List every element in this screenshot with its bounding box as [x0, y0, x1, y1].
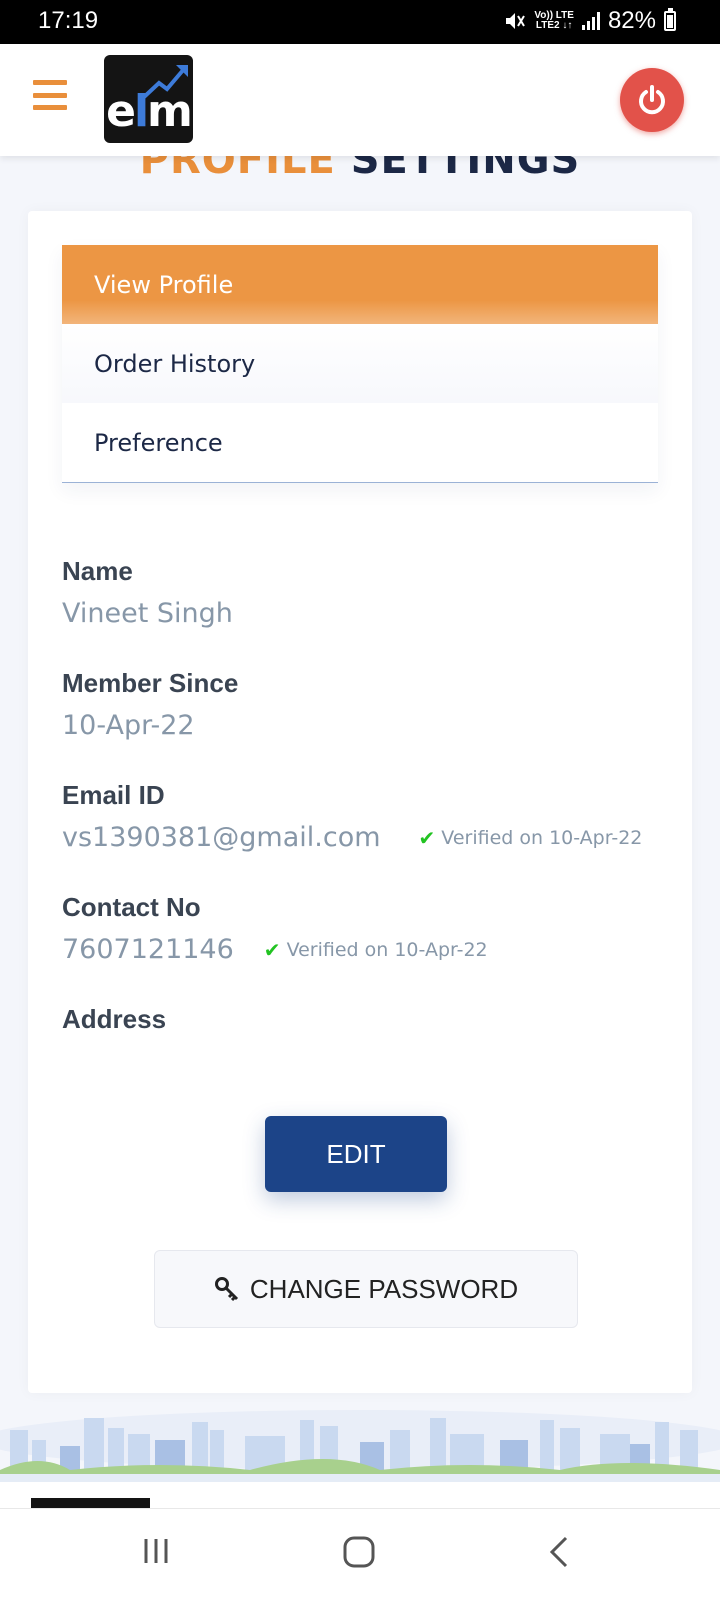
back-icon[interactable]: [546, 1535, 574, 1569]
system-nav-bar: [0, 1508, 720, 1600]
hamburger-icon[interactable]: [33, 80, 67, 110]
elm-logo[interactable]: elm: [104, 55, 193, 143]
bottom-strip: [0, 1482, 720, 1508]
city-skyline-illustration: [0, 1410, 720, 1482]
contact-row: 7607121146 ✔ Verified on 10-Apr-22: [62, 934, 488, 965]
logo-text: elm: [106, 86, 193, 137]
profile-tabs: View Profile Order History Preference: [62, 245, 658, 483]
address-label: Address: [62, 1004, 167, 1034]
recent-apps-icon[interactable]: [140, 1535, 172, 1567]
email-verified-text: Verified on 10-Apr-22: [441, 826, 643, 849]
contact-value: 7607121146: [62, 934, 234, 965]
power-icon: [639, 85, 665, 115]
tab-preference[interactable]: Preference: [62, 403, 658, 482]
mute-icon: [506, 13, 526, 29]
contact-label: Contact No: [62, 892, 201, 922]
tab-order-history[interactable]: Order History: [62, 324, 658, 403]
home-icon[interactable]: [342, 1535, 376, 1569]
change-password-button[interactable]: CHANGE PASSWORD: [154, 1250, 578, 1328]
email-verified-badge: ✔ Verified on 10-Apr-22: [419, 826, 643, 850]
name-label: Name: [62, 556, 133, 586]
scroll-indicator: [31, 1498, 150, 1508]
battery-percent: 82%: [607, 7, 656, 34]
tab-view-profile[interactable]: View Profile: [62, 245, 658, 324]
key-icon: [214, 1277, 238, 1302]
power-button[interactable]: [620, 68, 684, 132]
change-password-label: CHANGE PASSWORD: [249, 1273, 519, 1304]
signal-icon: [581, 12, 600, 30]
member-since-label: Member Since: [62, 668, 239, 698]
check-icon: ✔: [418, 825, 436, 850]
check-icon: ✔: [263, 937, 281, 962]
app-header: elm: [0, 44, 720, 156]
name-value: Vineet Singh: [62, 598, 233, 629]
email-value: vs1390381@gmail.com: [62, 822, 381, 853]
status-time: 17:19: [38, 7, 99, 34]
profile-card: View Profile Order History Preference Na…: [28, 211, 692, 1393]
edit-button[interactable]: EDIT: [265, 1116, 447, 1192]
contact-verified-badge: ✔ Verified on 10-Apr-22: [264, 938, 488, 962]
contact-verified-text: Verified on 10-Apr-22: [286, 938, 488, 961]
network-label: Vo)) LTE LTE2 ↓↑: [534, 10, 574, 31]
status-icons: Vo)) LTE LTE2 ↓↑ 82%: [504, 7, 676, 35]
status-bar: 17:19 Vo)) LTE LTE2 ↓↑ 82%: [0, 0, 720, 44]
email-row: vs1390381@gmail.com ✔ Verified on 10-Apr…: [62, 822, 642, 853]
email-label: Email ID: [62, 780, 165, 810]
battery-icon: [664, 8, 676, 31]
member-since-value: 10-Apr-22: [62, 710, 195, 741]
